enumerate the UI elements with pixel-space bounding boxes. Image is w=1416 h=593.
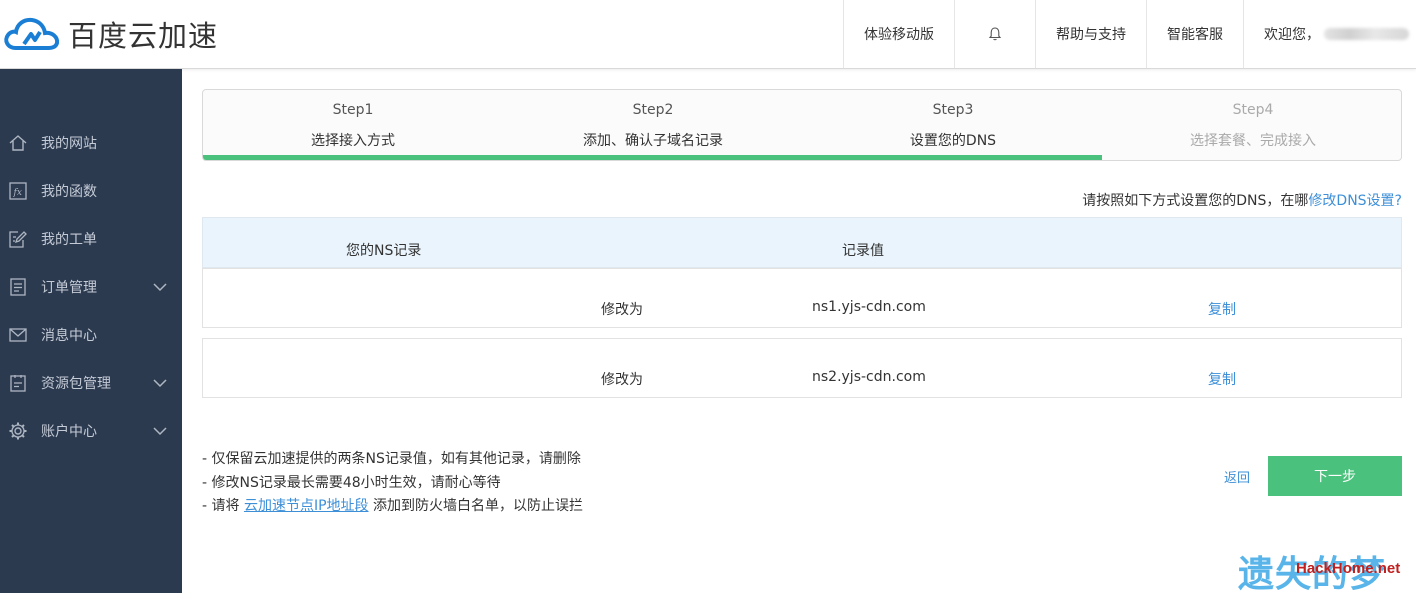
sidebar-item-label: 账户中心: [41, 424, 97, 440]
chevron-down-icon[interactable]: [152, 423, 168, 439]
top-header: 百度云加速 体验移动版 帮助与支持 智能客服 欢迎您，: [0, 0, 1416, 69]
sidebar-item-label: 订单管理: [41, 280, 97, 296]
nav-mobile-version[interactable]: 体验移动版: [843, 0, 954, 68]
welcome-text: 欢迎您，: [1264, 27, 1320, 43]
progress-fill: [203, 155, 1102, 160]
modify-dns-help-link[interactable]: 修改DNS设置?: [1308, 193, 1402, 209]
note-prefix: - 请将: [202, 498, 244, 514]
step-number: Step4: [1232, 102, 1274, 118]
hint-text: 请按照如下方式设置您的DNS，在哪: [1082, 193, 1309, 209]
note-line: - 修改NS记录最长需要48小时生效，请耐心等待: [202, 474, 501, 491]
step-1: Step1 选择接入方式: [203, 90, 503, 158]
blurred-username: [1324, 28, 1409, 40]
step-name: 选择套餐、完成接入: [1190, 133, 1316, 149]
sidebar-item-my-sites[interactable]: 我的网站: [0, 119, 182, 167]
chevron-down-icon[interactable]: [152, 279, 168, 295]
dns-notes: - 仅保留云加速提供的两条NS记录值，如有其他记录，请删除 - 修改NS记录最长…: [202, 448, 583, 519]
step-number: Step2: [632, 102, 674, 118]
logo-text: 百度云加速: [68, 19, 219, 53]
copy-button[interactable]: 复制: [1208, 299, 1236, 319]
copy-button[interactable]: 复制: [1208, 369, 1236, 389]
logo[interactable]: 百度云加速: [2, 12, 218, 56]
order-icon: [8, 277, 28, 297]
ns-value: ns2.yjs-cdn.com: [812, 369, 926, 385]
nav-help-support[interactable]: 帮助与支持: [1035, 0, 1146, 68]
sidebar-item-my-functions[interactable]: fx 我的函数: [0, 167, 182, 215]
sidebar-item-label: 我的函数: [41, 184, 97, 200]
sidebar-item-label: 资源包管理: [41, 376, 111, 392]
note-line: - 请将 云加速节点IP地址段 添加到防火墙白名单，以防止误拦: [202, 495, 583, 519]
note-suffix: 添加到防火墙白名单，以防止误拦: [368, 498, 583, 514]
sidebar-item-resource-packages[interactable]: 资源包管理: [0, 359, 182, 407]
step-4: Step4 选择套餐、完成接入: [1103, 90, 1403, 158]
top-nav: 体验移动版 帮助与支持 智能客服 欢迎您，: [843, 0, 1416, 68]
chevron-down-icon[interactable]: [152, 375, 168, 391]
nav-smart-service[interactable]: 智能客服: [1146, 0, 1243, 68]
dns-hint: 请按照如下方式设置您的DNS，在哪修改DNS设置?: [1082, 190, 1402, 210]
step-name: 添加、确认子域名记录: [583, 133, 723, 149]
nav-user-menu[interactable]: 欢迎您，: [1243, 0, 1416, 68]
mail-icon: [8, 325, 28, 345]
ns-action: 修改为: [601, 302, 643, 318]
sidebar: 我的网站 fx 我的函数 我的工单 订单管理 消息中心 资源包管理 账户中心: [0, 69, 182, 593]
sidebar-item-label: 我的网站: [41, 136, 97, 152]
next-step-button[interactable]: 下一步: [1268, 456, 1402, 496]
node-ip-range-link[interactable]: 云加速节点IP地址段: [244, 498, 369, 514]
gear-icon: [8, 421, 28, 441]
sidebar-item-label: 消息中心: [41, 328, 97, 344]
ticket-edit-icon: [8, 229, 28, 249]
back-link[interactable]: 返回: [1224, 467, 1250, 486]
table-row: 修改为 ns1.yjs-cdn.com 复制: [202, 268, 1402, 328]
sidebar-item-my-tickets[interactable]: 我的工单: [0, 215, 182, 263]
step-number: Step3: [932, 102, 974, 118]
function-icon: fx: [8, 181, 28, 201]
svg-text:fx: fx: [13, 188, 22, 198]
bell-icon: [988, 27, 1002, 41]
ns-action: 修改为: [601, 372, 643, 388]
step-progress-bar: Step1 选择接入方式 Step2 添加、确认子域名记录 Step3 设置您的…: [202, 89, 1402, 161]
watermark-sub: HackHome.net: [1296, 560, 1401, 577]
step-3: Step3 设置您的DNS: [803, 90, 1103, 158]
ns-value: ns1.yjs-cdn.com: [812, 299, 926, 315]
sidebar-item-label: 我的工单: [41, 232, 97, 248]
ns-table-header: 您的NS记录 记录值: [202, 217, 1402, 268]
sidebar-item-order-management[interactable]: 订单管理: [0, 263, 182, 311]
home-icon: [8, 133, 28, 153]
step-number: Step1: [332, 102, 374, 118]
value-column-header: 记录值: [842, 243, 884, 259]
step-2: Step2 添加、确认子域名记录: [503, 90, 803, 158]
ns-column-header: 您的NS记录: [346, 243, 422, 259]
sidebar-item-account-center[interactable]: 账户中心: [0, 407, 182, 455]
step-name: 设置您的DNS: [909, 133, 997, 149]
nav-notifications[interactable]: [954, 0, 1035, 68]
package-icon: [8, 373, 28, 393]
table-row: 修改为 ns2.yjs-cdn.com 复制: [202, 338, 1402, 398]
sidebar-item-message-center[interactable]: 消息中心: [0, 311, 182, 359]
step-name: 选择接入方式: [311, 133, 395, 149]
cloud-logo-icon: [4, 17, 60, 50]
note-line: - 仅保留云加速提供的两条NS记录值，如有其他记录，请删除: [202, 451, 581, 467]
